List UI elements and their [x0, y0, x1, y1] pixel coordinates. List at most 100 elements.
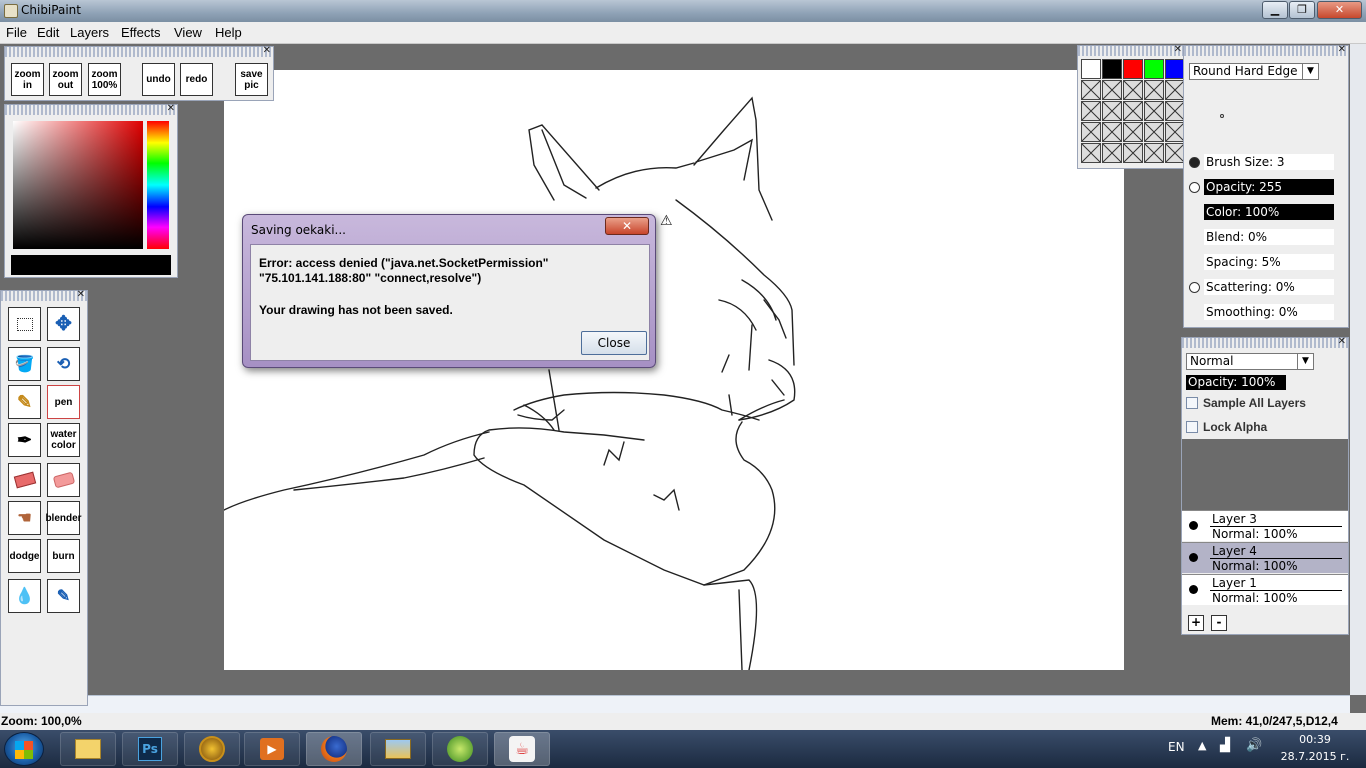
scattering-radio[interactable] [1189, 282, 1200, 293]
pencil-tool[interactable]: ✎ [8, 385, 41, 419]
color-swatch[interactable] [1102, 59, 1122, 79]
empty-swatch[interactable] [1081, 80, 1101, 100]
layer-blend-mode-select[interactable]: Normal ▼ [1186, 353, 1314, 370]
empty-swatch[interactable] [1102, 80, 1122, 100]
menu-file[interactable]: File [6, 25, 27, 40]
close-palette-icon[interactable]: ✕ [77, 289, 85, 301]
minimize-button[interactable]: ▁ [1262, 1, 1288, 19]
volume-icon[interactable]: 🔊 [1246, 738, 1262, 753]
visibility-eye-icon[interactable] [1189, 585, 1198, 594]
clock-time[interactable]: 00:39 [1290, 733, 1340, 746]
menu-layers[interactable]: Layers [70, 25, 109, 40]
color-picker-tool[interactable]: ✎ [47, 579, 80, 613]
airbrush-tool[interactable]: ✒ [8, 423, 41, 457]
empty-swatch[interactable] [1081, 122, 1101, 142]
dialog-close-x-button[interactable]: ✕ [605, 217, 649, 235]
taskbar-photoshop[interactable]: Ps [122, 732, 178, 766]
brush-color-slider[interactable]: Color: 100% [1204, 204, 1334, 220]
taskbar-warcraft[interactable] [184, 732, 240, 766]
empty-swatch[interactable] [1165, 143, 1185, 163]
smudge-tool[interactable]: ☚ [8, 501, 41, 535]
clock-date[interactable]: 28.7.2015 г. [1272, 750, 1358, 763]
add-layer-button[interactable]: + [1188, 615, 1204, 631]
remove-layer-button[interactable]: - [1211, 615, 1227, 631]
redo-button[interactable]: redo [180, 63, 213, 96]
start-button[interactable] [4, 732, 44, 766]
blender-tool[interactable]: blender [45, 501, 82, 535]
empty-swatch[interactable] [1165, 80, 1185, 100]
network-signal-icon[interactable]: ▟ [1220, 738, 1230, 753]
taskbar-globe-app[interactable] [432, 732, 488, 766]
brush-preset-select[interactable]: Round Hard Edge ▼ [1189, 63, 1319, 80]
close-palette-icon[interactable]: ✕ [167, 103, 175, 115]
vertical-scrollbar[interactable] [1350, 44, 1366, 695]
empty-swatch[interactable] [1102, 101, 1122, 121]
empty-swatch[interactable] [1144, 143, 1164, 163]
palette-grip[interactable] [1184, 46, 1348, 56]
move-tool[interactable]: ✥ [47, 307, 80, 341]
empty-swatch[interactable] [1144, 80, 1164, 100]
visibility-eye-icon[interactable] [1189, 553, 1198, 562]
taskbar-java[interactable]: ☕ [494, 732, 550, 766]
language-indicator[interactable]: EN [1168, 740, 1185, 754]
empty-swatch[interactable] [1081, 101, 1101, 121]
zoom-out-button[interactable]: zoom out [49, 63, 82, 96]
menu-effects[interactable]: Effects [121, 25, 161, 40]
palette-grip[interactable] [1078, 46, 1184, 56]
color-swatch[interactable] [1081, 59, 1101, 79]
menu-help[interactable]: Help [215, 25, 242, 40]
opacity-radio[interactable] [1189, 182, 1200, 193]
taskbar-file-manager[interactable] [370, 732, 426, 766]
blur-tool[interactable]: 💧 [8, 579, 41, 613]
close-palette-icon[interactable]: ✕ [1174, 44, 1182, 56]
palette-grip[interactable] [1182, 338, 1348, 348]
pen-tool[interactable]: pen [47, 385, 80, 419]
empty-swatch[interactable] [1144, 122, 1164, 142]
close-palette-icon[interactable]: ✕ [263, 45, 271, 57]
rect-select-tool[interactable] [8, 307, 41, 341]
palette-grip[interactable] [5, 47, 273, 57]
palette-grip[interactable] [1, 291, 87, 301]
empty-swatch[interactable] [1123, 143, 1143, 163]
soft-eraser-tool[interactable] [47, 463, 80, 497]
flood-fill-tool[interactable]: 🪣 [8, 347, 41, 381]
rotate-canvas-tool[interactable]: ⟲ [47, 347, 80, 381]
undo-button[interactable]: undo [142, 63, 175, 96]
menu-view[interactable]: View [174, 25, 202, 40]
brush-scattering-slider[interactable]: Scattering: 0% [1204, 279, 1334, 295]
taskbar-explorer-folder[interactable] [60, 732, 116, 766]
close-window-button[interactable]: ✕ [1317, 1, 1362, 19]
lock-alpha-checkbox[interactable] [1186, 421, 1198, 433]
layer-row[interactable]: Layer 4 Normal: 100% [1182, 542, 1348, 573]
empty-swatch[interactable] [1144, 101, 1164, 121]
hard-eraser-tool[interactable] [8, 463, 41, 497]
empty-swatch[interactable] [1102, 122, 1122, 142]
save-pic-button[interactable]: save pic [235, 63, 268, 96]
brush-blend-slider[interactable]: Blend: 0% [1204, 229, 1334, 245]
sample-all-layers-checkbox[interactable] [1186, 397, 1198, 409]
empty-swatch[interactable] [1123, 80, 1143, 100]
taskbar-firefox[interactable] [306, 732, 362, 766]
zoom-in-button[interactable]: zoom in [11, 63, 44, 96]
brush-size-slider[interactable]: Brush Size: 3 [1204, 154, 1334, 170]
empty-swatch[interactable] [1102, 143, 1122, 163]
brush-opacity-slider[interactable]: Opacity: 255 [1204, 179, 1334, 195]
brush-spacing-slider[interactable]: Spacing: 5% [1204, 254, 1334, 270]
layer-row[interactable]: Layer 3 Normal: 100% [1182, 510, 1348, 541]
empty-swatch[interactable] [1081, 143, 1101, 163]
empty-swatch[interactable] [1165, 122, 1185, 142]
empty-swatch[interactable] [1165, 101, 1185, 121]
show-hidden-icons[interactable]: ▲ [1198, 739, 1206, 752]
taskbar-media-player[interactable]: ▶ [244, 732, 300, 766]
saturation-value-square[interactable] [13, 121, 143, 249]
layer-row[interactable]: Layer 1 Normal: 100% [1182, 574, 1348, 605]
visibility-eye-icon[interactable] [1189, 521, 1198, 530]
close-palette-icon[interactable]: ✕ [1338, 44, 1346, 56]
color-swatch[interactable] [1144, 59, 1164, 79]
menu-edit[interactable]: Edit [37, 25, 59, 40]
watercolor-tool[interactable]: water color [47, 423, 80, 457]
dialog-close-button[interactable]: Close [581, 331, 647, 355]
close-palette-icon[interactable]: ✕ [1338, 336, 1346, 348]
zoom-100-button[interactable]: zoom 100% [88, 63, 121, 96]
drawing-canvas[interactable] [224, 70, 1124, 670]
